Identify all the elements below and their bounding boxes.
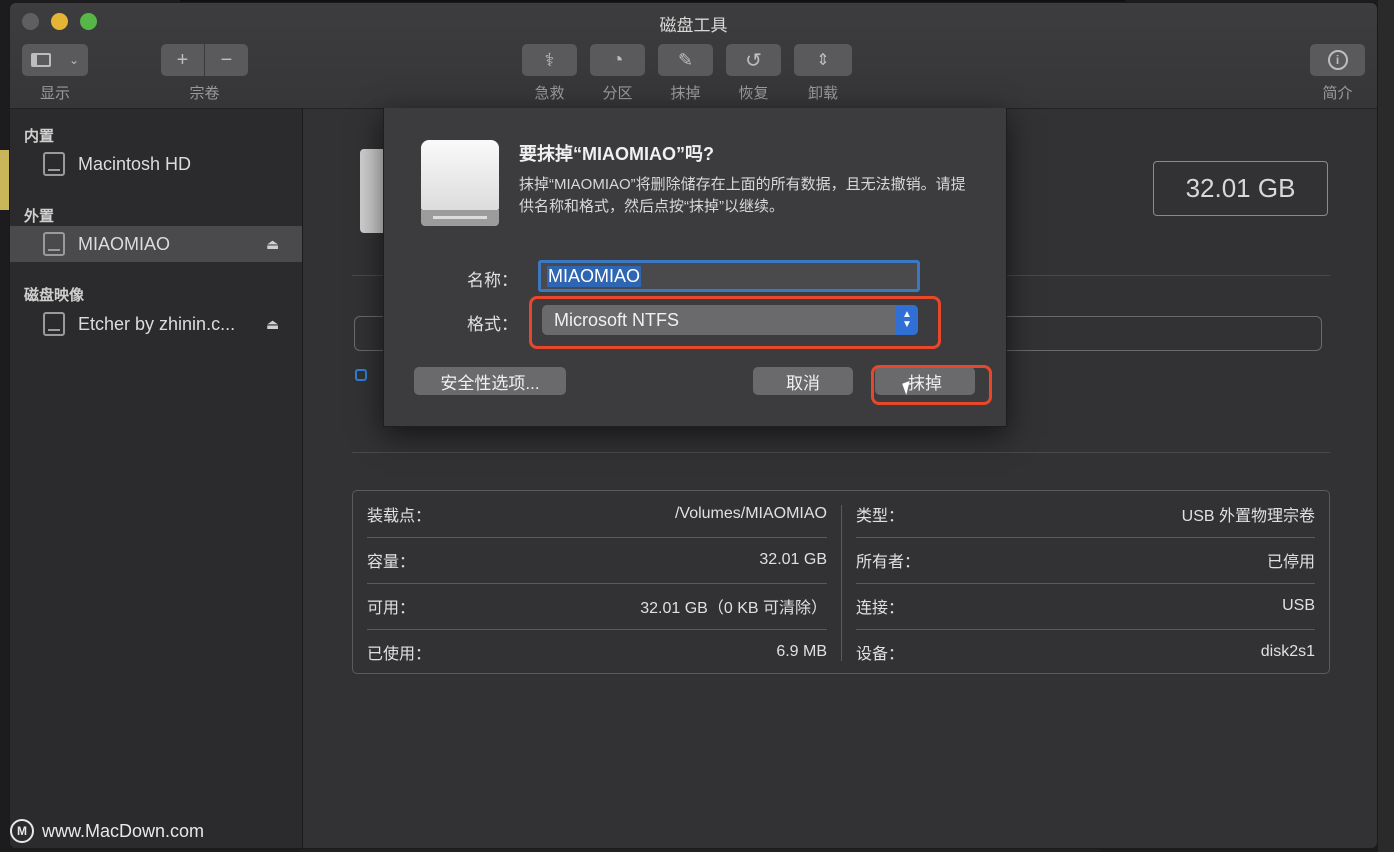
sidebar-item-miaomiao[interactable]: MIAOMIAO ⏏ (10, 226, 302, 262)
info-key: 连接： (856, 600, 905, 617)
sidebar-item-etcher[interactable]: Etcher by zhinin.c... ⏏ (10, 306, 302, 342)
remove-volume-button[interactable]: − (205, 44, 248, 76)
legend-swatch (355, 369, 367, 381)
restore-arrow-icon: ↺ (745, 49, 762, 72)
view-label: 显示 (39, 85, 70, 102)
external-disk-icon (43, 232, 65, 256)
info-value: /Volumes/MIAOMIAO (674, 505, 827, 522)
info-row-available: 可用： 32.01 GB（0 KB 可清除） (367, 583, 827, 629)
add-volume-button[interactable]: + (161, 44, 204, 76)
volume-drive-icon (360, 149, 384, 233)
info-value: disk2s1 (1260, 643, 1315, 660)
info-value: USB (1282, 597, 1315, 614)
first-aid-button[interactable]: ⚕ (522, 44, 577, 76)
info-key: 已使用： (367, 646, 432, 663)
restore-button[interactable]: ↺ (726, 44, 781, 76)
format-highlight-annotation (529, 296, 941, 349)
info-row-device: 设备： disk2s1 (856, 629, 1315, 675)
capacity-badge: 32.01 GB (1153, 161, 1328, 216)
sidebar-item-label: MIAOMIAO (78, 233, 171, 254)
name-label: 名称： (467, 271, 518, 290)
info-row-capacity: 容量： 32.01 GB (367, 537, 827, 583)
dialog-message: 抹掉“MIAOMIAO”将删除储存在上面的所有数据，且无法撤销。请提供名称和格式… (519, 176, 966, 215)
info-value: 6.9 MB (776, 643, 827, 660)
info-key: 所有者： (856, 554, 921, 571)
unmount-icon: ⇕ (816, 52, 830, 69)
info-row-used: 已使用： 6.9 MB (367, 629, 827, 675)
cancel-button[interactable]: 取消 (753, 367, 853, 395)
sidebar-header-disk-images: 磁盘映像 (24, 287, 85, 304)
plus-icon: + (176, 48, 189, 71)
info-row-owners: 所有者： 已停用 (856, 537, 1315, 583)
erase-dialog: 要抹掉“MIAOMIAO”吗? 抹掉“MIAOMIAO”将删除储存在上面的所有数… (383, 108, 1007, 427)
watermark-text: www.MacDown.com (42, 820, 205, 841)
info-key: 可用： (367, 600, 416, 617)
name-input[interactable]: MIAOMIAO (538, 260, 920, 292)
background-right-edge (1378, 0, 1394, 852)
partition-label: 分区 (602, 85, 633, 102)
info-value: 32.01 GB（0 KB 可清除） (640, 600, 827, 617)
view-button[interactable]: ⌄ (22, 44, 88, 76)
internal-disk-icon (43, 152, 65, 176)
format-label: 格式： (467, 315, 518, 334)
info-button[interactable]: i (1310, 44, 1365, 76)
volume-label: 宗卷 (189, 85, 220, 102)
sidebar-icon (30, 53, 51, 67)
erase-toolbar-button[interactable]: ✎ (658, 44, 713, 76)
info-label: 简介 (1322, 85, 1353, 102)
eject-icon[interactable]: ⏏ (266, 316, 279, 333)
first-aid-label: 急救 (534, 85, 565, 102)
column-divider (841, 505, 842, 661)
unmount-button[interactable]: ⇕ (794, 44, 852, 76)
sidebar-item-label: Macintosh HD (78, 153, 192, 174)
info-key: 容量： (367, 554, 416, 571)
info-row-connection: 连接： USB (856, 583, 1315, 629)
divider (352, 452, 1330, 453)
chevron-down-icon: ⌄ (68, 53, 80, 67)
erase-highlight-annotation (871, 365, 992, 405)
sidebar-item-label: Etcher by zhinin.c... (78, 313, 236, 334)
dialog-title: 要抹掉“MIAOMIAO”吗? (519, 144, 714, 164)
macdown-logo-icon: M (10, 819, 34, 843)
background-app-strip (0, 150, 10, 210)
toolbar: 磁盘工具 ⌄ 显示 + − 宗卷 ⚕ 急救 ◔ 分区 ✎ 抹掉 ↺ 恢复 ⇕ 卸… (10, 3, 1377, 109)
stethoscope-icon: ⚕ (544, 49, 555, 70)
partition-button[interactable]: ◔ (590, 44, 645, 76)
info-row-mount-point: 装载点： /Volumes/MIAOMIAO (367, 491, 827, 537)
sidebar-header-internal: 内置 (24, 128, 55, 145)
info-value: USB 外置物理宗卷 (1181, 508, 1315, 525)
sidebar-header-external: 外置 (24, 208, 55, 225)
sidebar-item-macintosh-hd[interactable]: Macintosh HD (10, 146, 302, 182)
external-drive-icon (421, 140, 499, 226)
info-value: 32.01 GB (759, 551, 827, 568)
sidebar: 内置 Macintosh HD 外置 MIAOMIAO ⏏ 磁盘映像 Etche… (10, 109, 303, 848)
restore-label: 恢复 (738, 85, 769, 102)
eject-icon[interactable]: ⏏ (266, 236, 279, 253)
info-icon: i (1327, 50, 1348, 70)
security-options-button[interactable]: 安全性选项... (414, 367, 566, 395)
pie-chart-icon: ◔ (611, 48, 624, 71)
watermark: M www.MacDown.com (10, 819, 204, 843)
name-input-value: MIAOMIAO (547, 265, 642, 287)
info-value: 已停用 (1266, 554, 1315, 571)
eraser-icon: ✎ (677, 49, 694, 70)
info-row-type: 类型： USB 外置物理宗卷 (856, 491, 1315, 537)
minus-icon: − (220, 48, 233, 71)
window-title: 磁盘工具 (659, 16, 728, 35)
info-key: 装载点： (367, 508, 432, 525)
erase-toolbar-label: 抹掉 (670, 85, 701, 102)
info-key: 设备： (856, 646, 905, 663)
disk-image-icon (43, 312, 65, 336)
info-table: 装载点： /Volumes/MIAOMIAO 容量： 32.01 GB 可用： … (352, 490, 1330, 674)
info-key: 类型： (856, 508, 905, 525)
unmount-label: 卸载 (807, 85, 838, 102)
